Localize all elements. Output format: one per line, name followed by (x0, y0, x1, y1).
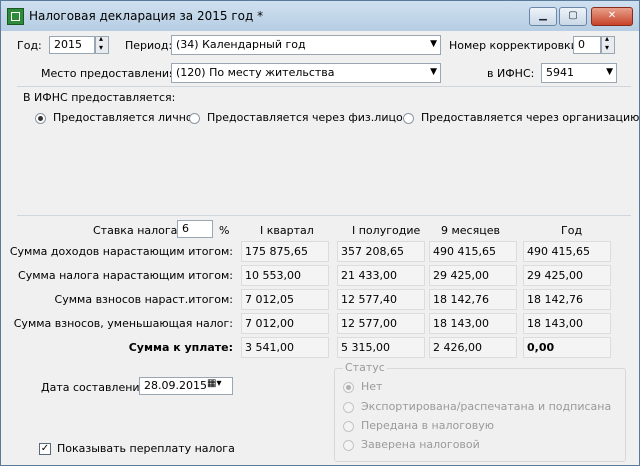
provision-person-radio[interactable] (189, 113, 200, 124)
dropdown-arrow-icon: ▼ (430, 67, 437, 77)
form-body: Год: 2015 Период: (34) Календарный год ▼… (9, 31, 639, 465)
period-value: (34) Календарный год (176, 38, 306, 51)
date-label: Дата составления: (41, 381, 150, 394)
provision-org-label[interactable]: Предоставляется через организацию (421, 111, 639, 124)
row-label: Сумма взносов нараст.итогом: (54, 293, 233, 306)
status-label: Статус (343, 361, 387, 374)
row-label: Сумма доходов нарастающим итогом: (9, 245, 233, 258)
column-header-q1: I квартал (260, 224, 314, 237)
rate-unit: % (219, 224, 230, 237)
table-cell: 3 541,00 (241, 337, 329, 358)
ifns-label: в ИФНС: (487, 67, 535, 80)
year-spinner[interactable] (95, 34, 109, 54)
window-title: Налоговая декларация за 2015 год * (29, 9, 264, 23)
column-header-h1: I полугодие (352, 224, 421, 237)
column-header-year: Год (561, 224, 583, 237)
provision-person-label[interactable]: Предоставляется через физ.лицо (207, 111, 403, 124)
maximize-button[interactable]: ▢ (559, 7, 587, 26)
status-exported-label[interactable]: Экспортирована/распечатана и подписана (361, 400, 611, 413)
status-sent-radio[interactable] (343, 421, 354, 432)
status-certified-radio[interactable] (343, 440, 354, 451)
status-none-label[interactable]: Нет (361, 380, 382, 393)
status-group: Статус Нет Экспортирована/распечатана и … (334, 361, 626, 462)
table-cell: 2 426,00 (429, 337, 517, 358)
table-cell: 357 208,65 (337, 241, 425, 262)
overpay-label[interactable]: Показывать переплату налога (57, 442, 235, 455)
ifns-select[interactable]: 5941 ▼ (541, 63, 617, 83)
place-select[interactable]: (120) По месту жительства ▼ (171, 63, 441, 83)
table-cell: 5 315,00 (337, 337, 425, 358)
provision-org-radio[interactable] (403, 113, 414, 124)
minimize-button[interactable]: ▁ (529, 7, 557, 26)
ifns-value: 5941 (546, 66, 574, 79)
table-cell: 12 577,40 (337, 289, 425, 310)
provision-label: В ИФНС предоставляется: (23, 91, 176, 104)
table-cell: 18 142,76 (523, 289, 611, 310)
row-label: Сумма взносов, уменьшающая налог: (13, 317, 233, 330)
overpay-checkbox[interactable]: ✓ (39, 443, 51, 455)
table-cell: 18 143,00 (523, 313, 611, 334)
table-cell: 12 577,00 (337, 313, 425, 334)
place-label: Место предоставления: (41, 67, 180, 80)
provision-group: В ИФНС предоставляется: Предоставляется … (17, 86, 639, 216)
calendar-icon[interactable]: ▦▾ (207, 378, 221, 389)
correction-label: Номер корректировки: (449, 39, 582, 52)
column-header-9m: 9 месяцев (441, 224, 500, 237)
date-value: 28.09.2015 (144, 379, 207, 392)
year-label: Год: (17, 39, 42, 52)
dropdown-arrow-icon: ▼ (606, 67, 613, 77)
dropdown-arrow-icon: ▼ (430, 39, 437, 49)
app-icon (7, 8, 24, 25)
correction-spinner[interactable] (601, 34, 615, 54)
declaration-window: Налоговая декларация за 2015 год * ▁ ▢ ✕… (0, 0, 640, 466)
rate-input[interactable]: 6 (177, 220, 213, 238)
table-cell: 21 433,00 (337, 265, 425, 286)
provision-personal-radio[interactable] (35, 113, 46, 124)
provision-personal-label[interactable]: Предоставляется лично (53, 111, 193, 124)
table-cell: 7 012,00 (241, 313, 329, 334)
table-cell: 175 875,65 (241, 241, 329, 262)
row-label: Сумма налога нарастающим итогом: (18, 269, 233, 282)
table-cell: 18 142,76 (429, 289, 517, 310)
table-cell: 490 415,65 (429, 241, 517, 262)
period-select[interactable]: (34) Календарный год ▼ (171, 35, 441, 55)
rate-label: Ставка налога: (93, 224, 182, 237)
table-cell: 490 415,65 (523, 241, 611, 262)
status-exported-radio[interactable] (343, 402, 354, 413)
correction-input[interactable]: 0 (573, 36, 601, 54)
table-cell: 7 012,05 (241, 289, 329, 310)
close-button[interactable]: ✕ (591, 7, 633, 26)
status-certified-label[interactable]: Заверена налоговой (361, 438, 480, 451)
year-input[interactable]: 2015 (49, 36, 95, 54)
table-cell: 29 425,00 (429, 265, 517, 286)
row-label: Сумма к уплате: (128, 341, 233, 354)
table-cell: 18 143,00 (429, 313, 517, 334)
table-cell: 10 553,00 (241, 265, 329, 286)
period-label: Период: (125, 39, 173, 52)
table-cell: 29 425,00 (523, 265, 611, 286)
table-cell: 0,00 (523, 337, 611, 358)
status-none-radio[interactable] (343, 382, 354, 393)
status-sent-label[interactable]: Передана в налоговую (361, 419, 494, 432)
place-value: (120) По месту жительства (176, 66, 335, 79)
title-bar: Налоговая декларация за 2015 год * ▁ ▢ ✕ (1, 1, 639, 31)
